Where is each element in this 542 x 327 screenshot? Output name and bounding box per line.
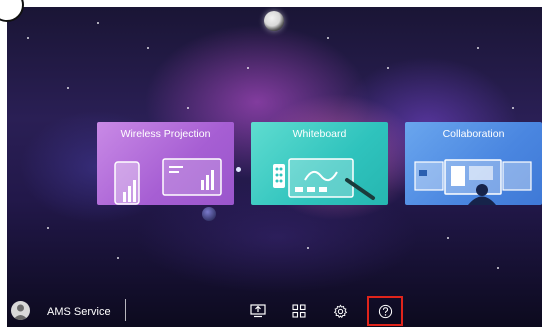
wireless-projection-card[interactable]: Wireless Projection <box>97 122 234 205</box>
gear-icon <box>333 304 347 318</box>
collaboration-card[interactable]: Collaboration <box>405 122 542 205</box>
divider <box>125 299 126 321</box>
collaboration-icon <box>414 159 532 205</box>
screen-share-button[interactable] <box>247 301 269 321</box>
planet-decoration <box>202 207 216 221</box>
apps-grid-icon <box>292 304 306 318</box>
screen-share-icon <box>250 304 266 318</box>
help-button[interactable] <box>367 296 403 326</box>
user-avatar-icon[interactable] <box>11 301 30 320</box>
planet-decoration <box>264 11 284 31</box>
bottom-bar: AMS Service <box>7 293 542 327</box>
apps-button[interactable] <box>288 301 310 321</box>
wireless-projection-icon <box>114 158 222 205</box>
whiteboard-icon <box>273 158 375 200</box>
user-name[interactable]: AMS Service <box>47 306 111 318</box>
whiteboard-card[interactable]: Whiteboard <box>251 122 388 205</box>
home-screen: Wireless Projection Whiteboard Collabora… <box>7 7 542 327</box>
settings-button[interactable] <box>329 301 351 321</box>
help-icon <box>378 304 392 318</box>
planet-decoration <box>236 167 241 172</box>
